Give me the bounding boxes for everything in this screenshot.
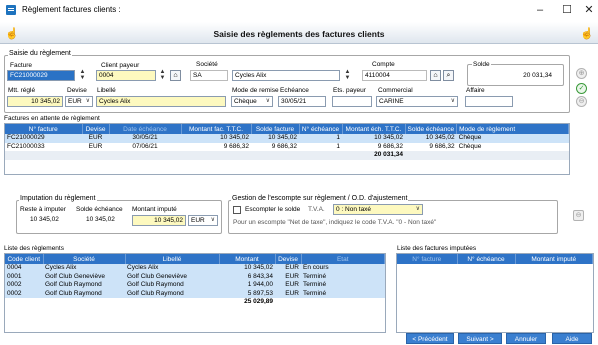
reste-value: 10 345,02 [30,216,59,223]
commercial-select[interactable]: CARINE [376,96,458,107]
col-etat[interactable]: Etat [301,254,385,264]
reglements-grid: Code client Société Libellé Montant Devi… [4,253,386,333]
help-button[interactable]: Aide [552,333,592,344]
compte-input: 4110004 [362,70,427,81]
solde-label: Solde [472,61,491,68]
add-icon[interactable]: ⊕ [576,68,587,79]
col-n-echeance[interactable]: N° échéance [299,124,343,134]
reglements-label: Liste des règlements [4,245,64,252]
col-imp-n-echeance[interactable]: N° échéance [457,254,516,264]
societe-code: SA [190,70,228,81]
facture-input[interactable]: FC21000029 [7,70,75,81]
col-libelle[interactable]: Libellé [125,254,220,264]
affaire-input[interactable] [465,96,513,107]
attente-label: Factures en attente de règlement [4,115,100,122]
attente-grid: N° facture Devise Date échéance Montant … [4,123,570,175]
affaire-label: Affaire [466,87,485,94]
table-row[interactable]: FC21000033 EUR 07/06/21 9 686,32 9 686,3… [5,142,569,151]
attente-total: 20 031,34 [342,151,405,160]
facture-label: Facture [10,62,33,69]
libelle-label: Libellé [97,87,116,94]
societe-name-input[interactable]: Cycles Alix [232,70,340,81]
montant-label: Montant imputé [132,206,177,213]
client-input[interactable]: 0004 [96,70,156,81]
escompte-hint: Pour un escompte "Net de taxe", indiquez… [233,219,437,226]
remove-icon[interactable]: ⊖ [576,96,587,107]
next-button[interactable]: Suivant > [458,333,502,344]
mtt-input[interactable]: 10 345,02 [7,96,63,107]
previous-button[interactable]: < Précédent [406,333,454,344]
table-row[interactable]: FC21000029 EUR 30/05/21 10 345,02 10 345… [5,134,569,143]
maximize-button[interactable]: ☐ [560,3,574,17]
tva-label: T.V.A. [308,206,325,213]
cancel-button[interactable]: Annuler [506,333,546,344]
echeance-input[interactable]: 30/05/21 [278,96,326,107]
escompte-checkbox[interactable] [233,206,241,214]
libelle-input[interactable]: Cycles Alix [96,96,226,107]
imputees-grid: N° facture N° échéance Montant imputé [396,253,594,333]
page-title: Saisie des règlements des factures clien… [213,29,385,39]
table-row[interactable]: 0002 Golf Club Raymond Golf Club Raymond… [5,289,385,298]
col-mode-reglement[interactable]: Mode de règlement [456,124,569,134]
client-home-button[interactable]: ⌂ [170,70,181,81]
montant-input[interactable]: 10 345,02 [132,215,186,226]
col-solde-facture[interactable]: Solde facture [251,124,300,134]
table-row[interactable]: 0002 Golf Club Raymond Golf Club Raymond… [5,281,385,290]
imputation-label: Imputation du règlement [19,195,97,202]
solde-value: 20 031,34 [523,72,552,79]
imputation-devise-select[interactable]: EUR [188,215,218,226]
client-label: Client payeur [101,62,140,69]
table-row[interactable]: 0004 Cycles Alix Cycles Alix 10 345,02 E… [5,264,385,273]
col-montant-ech[interactable]: Montant éch. T.T.C. [342,124,406,134]
col-imp-montant[interactable]: Montant imputé [515,254,593,264]
devise-label: Devise [67,87,87,94]
solde-ech-label: Solde échéance [76,206,123,213]
facture-spinner[interactable]: ▲ ▼ [78,69,87,81]
devise-select[interactable]: EUR [65,96,93,107]
col-imp-n-facture[interactable]: N° facture [397,254,458,264]
col-devise[interactable]: Devise [82,124,110,134]
close-button[interactable]: ✕ [582,3,596,17]
col-n-facture[interactable]: N° facture [5,124,83,134]
col-societe[interactable]: Société [43,254,126,264]
table-row[interactable]: 0001 Golf Club Geneviève Golf Club Genev… [5,272,385,281]
escompte-check-label: Escompter le solde [245,206,301,213]
app-icon [6,5,16,15]
saisie-group-label: Saisie du règlement [8,50,72,57]
shield-check-icon[interactable]: ✓ [576,83,587,94]
col-date-echeance[interactable]: Date échéance [109,124,182,134]
client-spinner[interactable]: ▲ ▼ [158,69,167,81]
minimize-button[interactable]: – [533,3,547,17]
ets-input[interactable] [332,96,372,107]
compte-label: Compte [372,61,395,68]
mtt-label: Mtt. réglé [8,87,36,94]
window-title: Règlement factures clients : [22,5,121,14]
mode-label: Mode de remise [232,87,279,94]
col-montant[interactable]: Montant [219,254,276,264]
compte-search-button[interactable]: ⌕ [443,70,454,81]
compte-home-button[interactable]: ⌂ [430,70,441,81]
commercial-label: Commercial [378,87,413,94]
reste-label: Reste à imputer [20,206,66,213]
ets-label: Ets. payeur [333,87,366,94]
col-solde-echeance[interactable]: Solde échéance [405,124,458,134]
mode-select[interactable]: Chèque [231,96,273,107]
col-montant-fac[interactable]: Montant fac. T.T.C. [181,124,252,134]
info-icon[interactable]: ⊖ [573,210,584,221]
societe-spinner[interactable]: ▲ ▼ [343,69,352,81]
escompte-label: Gestion de l'escompte sur règlement / O.… [231,195,409,202]
tva-select[interactable]: 0 : Non taxé [333,204,423,215]
reglements-total: 25 029,89 [244,298,273,306]
societe-label: Société [196,61,218,68]
solde-ech-value: 10 345,02 [86,216,115,223]
imputees-label: Liste des factures imputées [397,245,477,252]
col-code-client[interactable]: Code client [5,254,44,264]
echeance-label: Echéance [280,87,309,94]
col-devise[interactable]: Devise [275,254,302,264]
